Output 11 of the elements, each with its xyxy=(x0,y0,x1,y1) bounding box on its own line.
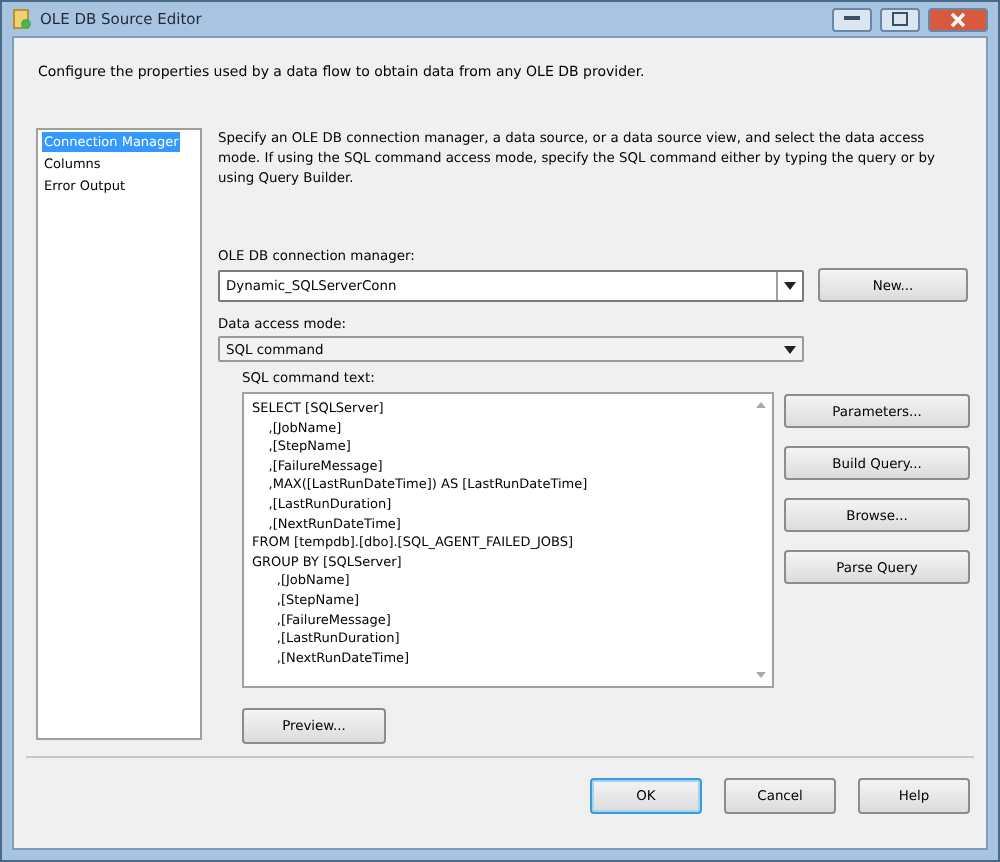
minimize-icon xyxy=(844,16,860,22)
scroll-up-icon[interactable] xyxy=(756,402,766,408)
dropdown-arrow-icon xyxy=(784,345,796,353)
dropdown-arrow-icon xyxy=(784,281,796,289)
scroll-down-icon[interactable] xyxy=(756,672,766,678)
window-icon xyxy=(12,8,32,30)
maximize-icon xyxy=(892,12,908,26)
minimize-button[interactable] xyxy=(832,7,872,31)
maximize-button[interactable] xyxy=(880,7,920,31)
close-button[interactable] xyxy=(928,7,988,31)
close-icon xyxy=(950,11,966,27)
